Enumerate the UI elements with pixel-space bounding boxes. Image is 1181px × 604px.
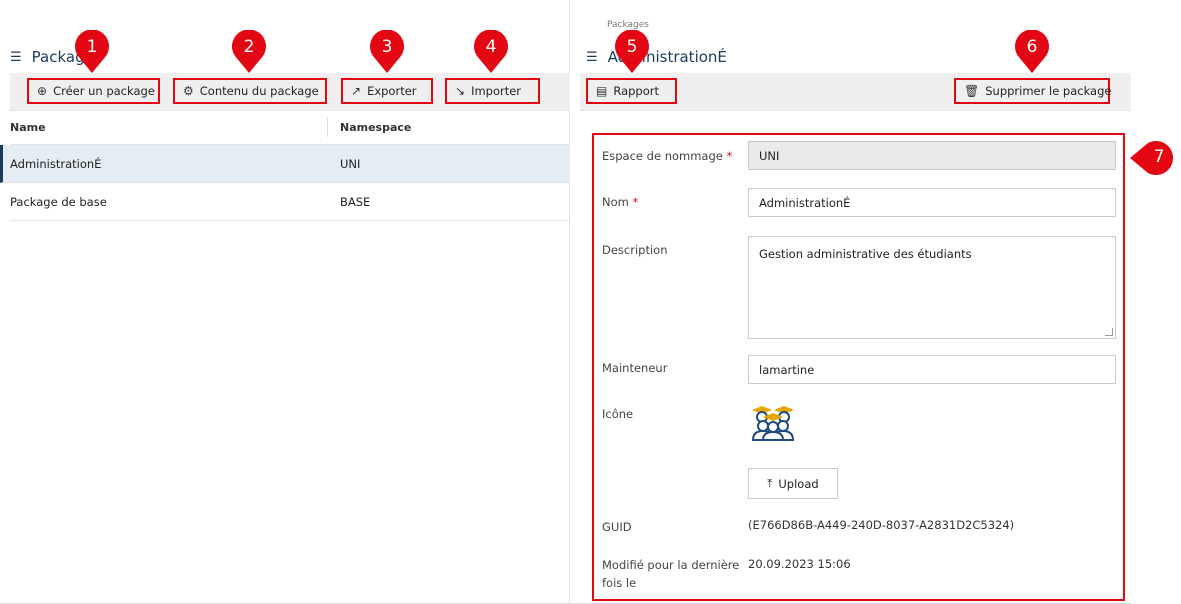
- upload-icon: ⤒: [767, 476, 773, 490]
- annotation-number-2: 2: [243, 37, 255, 57]
- import-icon: ↘: [455, 84, 466, 98]
- students-icon: [751, 406, 795, 441]
- package-form: Espace de nommage * UNI Nom * Administra…: [592, 133, 1125, 601]
- column-divider[interactable]: [327, 117, 328, 137]
- export-label: Exporter: [367, 84, 417, 98]
- detail-title: ☰ AdministrationÉ: [586, 48, 727, 66]
- modified-label: Modifié pour la dernière fois le: [602, 558, 740, 590]
- detail-toolbar: ▤ Rapport 🗑 Supprimer le package: [580, 73, 1131, 111]
- maintainer-field[interactable]: lamartine: [748, 355, 1116, 384]
- column-header-name[interactable]: Name: [10, 117, 328, 137]
- row-name: Package de base: [10, 194, 107, 209]
- plus-circle-icon: ⊕: [37, 84, 48, 98]
- create-package-button[interactable]: ⊕ Créer un package: [27, 78, 160, 104]
- export-button[interactable]: ↗ Exporter: [341, 78, 433, 104]
- create-package-label: Créer un package: [53, 84, 155, 98]
- icon-label: Icône: [602, 407, 634, 421]
- row-name: AdministrationÉ: [10, 156, 102, 171]
- table-header: Name Namespace: [10, 111, 570, 145]
- maintainer-label: Mainteneur: [602, 361, 668, 375]
- breadcrumb[interactable]: Packages: [607, 20, 649, 30]
- delete-package-label: Supprimer le package: [985, 84, 1112, 98]
- description-field[interactable]: Gestion administrative des étudiants: [748, 236, 1116, 339]
- document-icon: ▤: [596, 84, 608, 98]
- report-button[interactable]: ▤ Rapport: [586, 78, 677, 104]
- upload-label: Upload: [778, 476, 819, 491]
- modified-value: 20.09.2023 15:06: [748, 557, 851, 571]
- packages-table: Name Namespace AdministrationÉ UNI Packa…: [0, 111, 570, 221]
- resize-handle[interactable]: [1105, 328, 1113, 336]
- guid-label: GUID: [602, 520, 632, 534]
- annotation-number-5: 5: [626, 37, 638, 57]
- annotation-number-6: 6: [1026, 37, 1038, 57]
- name-label: Nom *: [602, 193, 638, 211]
- row-namespace: UNI: [340, 156, 361, 171]
- namespace-label: Espace de nommage *: [602, 147, 732, 165]
- annotation-number-7: 7: [1153, 147, 1165, 167]
- list-icon: ☰: [10, 49, 22, 65]
- package-content-label: Contenu du package: [199, 84, 319, 98]
- packages-panel: ☰ Packages ⊕ Créer un package ⚙ Contenu …: [0, 0, 570, 604]
- import-label: Importer: [471, 84, 522, 98]
- external-link-icon: ↗: [351, 84, 362, 98]
- table-row[interactable]: AdministrationÉ UNI: [0, 145, 570, 183]
- column-header-namespace-label: Namespace: [340, 121, 412, 134]
- annotation-number-3: 3: [381, 37, 393, 57]
- required-marker: *: [726, 149, 733, 163]
- trash-icon: 🗑: [964, 84, 980, 98]
- annotation-number-4: 4: [485, 37, 497, 57]
- table-row[interactable]: Package de base BASE: [10, 183, 570, 221]
- name-field[interactable]: AdministrationÉ: [748, 188, 1116, 217]
- required-marker: *: [632, 195, 639, 209]
- import-button[interactable]: ↘ Importer: [445, 78, 540, 104]
- description-label: Description: [602, 243, 668, 257]
- packages-toolbar: ⊕ Créer un package ⚙ Contenu du package …: [10, 73, 570, 111]
- description-text: Gestion administrative des étudiants: [759, 247, 972, 261]
- gear-icon: ⚙: [183, 84, 194, 98]
- name-label-text: Nom: [602, 195, 629, 209]
- list-icon: ☰: [586, 49, 598, 65]
- package-detail-panel: Packages ☰ AdministrationÉ ▤ Rapport 🗑 S…: [570, 0, 1131, 604]
- package-content-button[interactable]: ⚙ Contenu du package: [173, 78, 327, 104]
- annotation-number-1: 1: [86, 37, 98, 57]
- delete-package-button[interactable]: 🗑 Supprimer le package: [954, 78, 1112, 104]
- namespace-field: UNI: [748, 141, 1116, 170]
- upload-button[interactable]: ⤒ Upload: [748, 468, 838, 499]
- namespace-label-text: Espace de nommage: [602, 149, 723, 163]
- row-namespace: BASE: [340, 194, 371, 209]
- guid-value: (E766D86B-A449-240D-8037-A2831D2C5324): [748, 518, 1015, 532]
- column-header-namespace[interactable]: Namespace: [328, 121, 568, 134]
- column-header-name-label: Name: [10, 121, 46, 134]
- report-label: Rapport: [613, 84, 660, 98]
